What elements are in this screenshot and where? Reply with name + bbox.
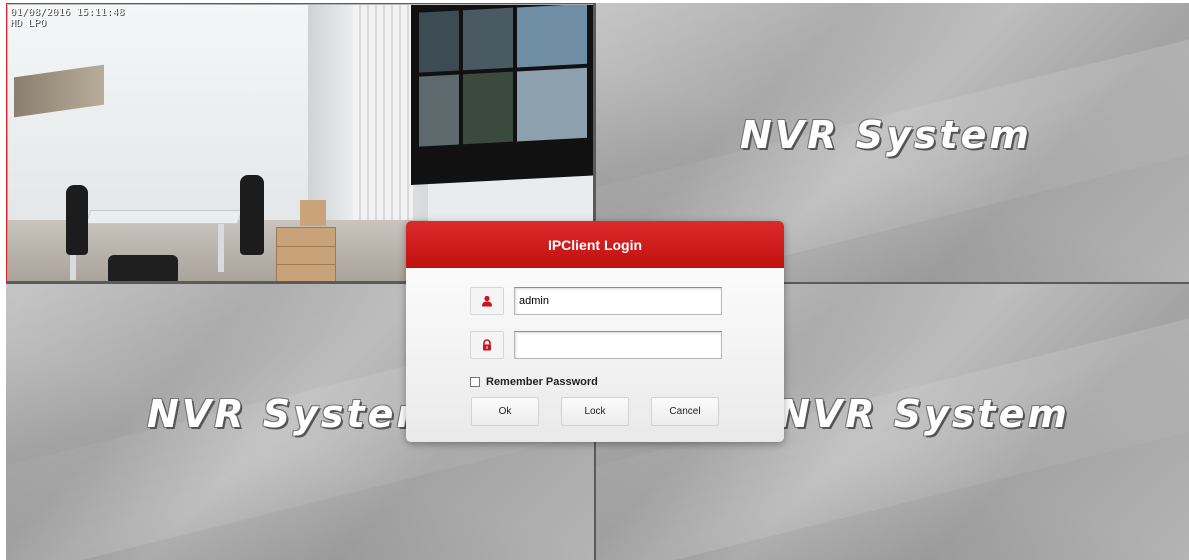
lock-button[interactable]: Lock [561,397,629,426]
camera-timestamp: 01/08/2016 15:11:48 [10,7,125,18]
cancel-button[interactable]: Cancel [651,397,719,426]
padlock-icon [470,331,504,359]
login-dialog: IPClient Login Remember Password Ok Lock… [406,221,784,442]
username-row [470,287,722,315]
dialog-title: IPClient Login [547,236,643,253]
remember-label: Remember Password [486,376,598,388]
nvr-logo-text: NVR System [740,113,1032,157]
password-field[interactable] [514,331,722,359]
remember-checkbox[interactable] [470,377,480,387]
remember-password[interactable]: Remember Password [470,376,598,388]
nvr-logo-text: NVR System [147,392,439,436]
password-row [470,331,722,359]
camera-overlay: 01/08/2016 15:11:48 HD LPO [10,7,124,29]
ok-button[interactable]: Ok [471,397,539,426]
camera-quality: HD LPO [10,18,47,29]
dialog-header[interactable]: IPClient Login [406,221,784,268]
user-icon [470,287,504,315]
nvr-logo-text: NVR System [778,392,1070,436]
username-field[interactable] [514,287,722,315]
